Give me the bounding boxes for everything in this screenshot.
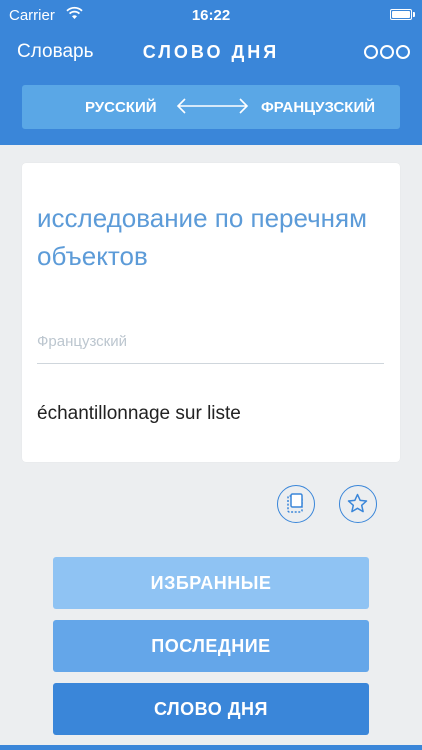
bottom-edge [0,745,422,750]
copy-icon [287,493,303,513]
language-selector: РУССКИЙ ФРАНЦУЗСКИЙ [22,85,400,129]
favorites-button[interactable]: ИЗБРАННЫЕ [53,557,369,609]
divider [37,363,384,364]
word-of-day-button[interactable]: СЛОВО ДНЯ [53,683,369,735]
more-icon[interactable] [364,45,410,59]
header: Carrier 16:22 Словарь СЛОВО ДНЯ РУССКИЙ … [0,0,422,145]
clock: 16:22 [191,7,231,24]
source-word: исследование по перечням объектов [37,203,367,271]
status-bar: Carrier 16:22 [0,0,422,30]
target-language-button[interactable]: ФРАНЦУЗСКИЙ [261,99,375,116]
word-card: исследование по перечням объектов Францу… [22,163,400,462]
translation-text: échantillonnage sur liste [37,403,241,424]
favorite-button[interactable] [339,485,377,523]
star-icon [347,493,368,513]
swap-arrows-icon[interactable] [175,97,250,115]
battery-icon [390,9,415,20]
page-title: СЛОВО ДНЯ [142,42,280,62]
copy-button[interactable] [277,485,315,523]
target-language-label: Французский [37,333,127,350]
source-language-button[interactable]: РУССКИЙ [85,99,157,116]
recent-button[interactable]: ПОСЛЕДНИЕ [53,620,369,672]
